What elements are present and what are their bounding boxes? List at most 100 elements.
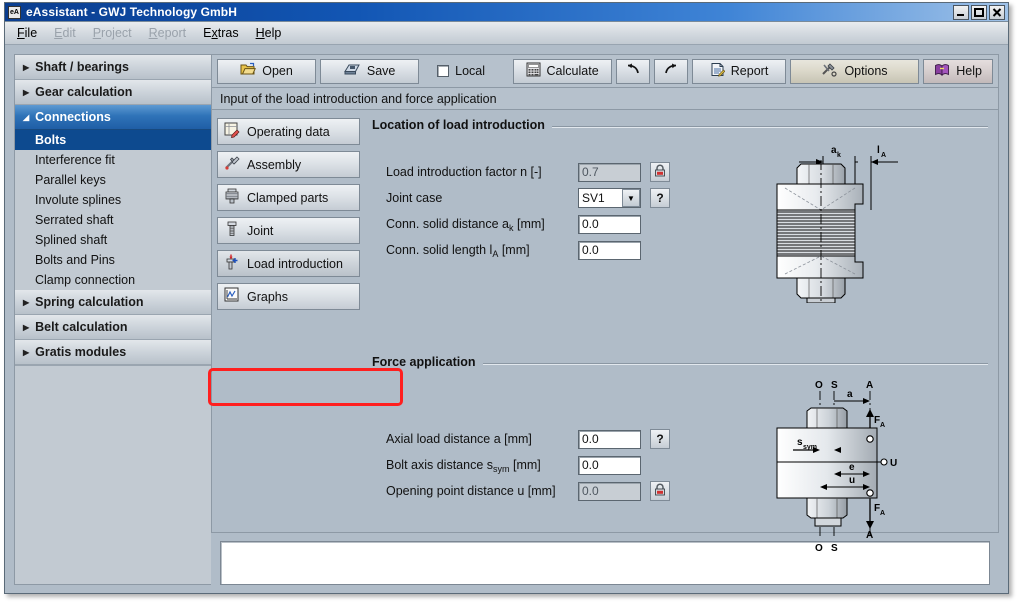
- tab-label: Load introduction: [247, 257, 343, 271]
- field-label: Bolt axis distance ssym [mm]: [386, 458, 578, 472]
- conn-solid-length-input[interactable]: 0.0: [578, 241, 641, 260]
- sidebar-item-label: Clamp connection: [35, 273, 135, 287]
- chevron-right-icon: ▶: [23, 348, 29, 357]
- tab-clamped-parts[interactable]: Clamped parts: [217, 184, 360, 211]
- lock-icon: [653, 483, 667, 500]
- main-window: eA eAssistant - GWJ Technology GmbH File…: [4, 2, 1009, 594]
- axial-load-distance-help-button[interactable]: ?: [650, 429, 670, 449]
- opening-point-distance-input[interactable]: 0.0: [578, 482, 641, 501]
- force-diagram-wrapper: O S A: [697, 375, 988, 553]
- tab-load-introduction[interactable]: Load introduction: [217, 250, 360, 277]
- sidebar-group-shaft-bearings[interactable]: ▶ Shaft / bearings: [15, 55, 211, 80]
- window-body: ▶ Shaft / bearings ▶ Gear calculation ◢ …: [5, 46, 1008, 593]
- redo-button[interactable]: [654, 59, 688, 84]
- undo-button[interactable]: [616, 59, 650, 84]
- tab-operating-data[interactable]: Operating data: [217, 118, 360, 145]
- joint-case-select[interactable]: SV1 ▼: [578, 188, 641, 208]
- assembly-icon: [224, 155, 240, 174]
- joint-icon: [224, 221, 240, 240]
- sidebar-group-gratis-modules[interactable]: ▶ Gratis modules: [15, 340, 211, 365]
- sidebar-item-bolts-and-pins[interactable]: Bolts and Pins: [15, 250, 211, 270]
- section-body: Load introduction factor n [-] 0.7: [372, 138, 988, 303]
- calculate-button[interactable]: Calculate: [513, 59, 612, 84]
- location-diagram-wrapper: a k l A: [697, 138, 988, 303]
- app-icon: eA: [8, 6, 21, 19]
- tab-joint[interactable]: Joint: [217, 217, 360, 244]
- bolt-joint-section-diagram: a k l A: [763, 138, 923, 303]
- calculator-icon: [526, 62, 541, 80]
- field-row-axial-load-distance: Axial load distance a [mm] 0.0 ?: [386, 427, 697, 451]
- tools-wrench-icon: [821, 62, 838, 80]
- sidebar-item-clamp-connection[interactable]: Clamp connection: [15, 270, 211, 290]
- menu-project[interactable]: Project: [93, 26, 132, 40]
- load-introduction-factor-lock-button[interactable]: [650, 162, 670, 182]
- sidebar-item-label: Interference fit: [35, 153, 115, 167]
- field-row-opening-point-distance: Opening point distance u [mm] 0.0: [386, 479, 697, 503]
- svg-text:A: A: [880, 422, 885, 429]
- sidebar-group-label: Connections: [35, 110, 111, 124]
- field-row-conn-solid-length: Conn. solid length lA [mm] 0.0: [386, 238, 697, 262]
- open-button[interactable]: Open: [217, 59, 316, 84]
- force-fields: Axial load distance a [mm] 0.0 ? Bolt ax…: [372, 375, 697, 553]
- sidebar-item-serrated-shaft[interactable]: Serrated shaft: [15, 210, 211, 230]
- tab-assembly[interactable]: Assembly: [217, 151, 360, 178]
- joint-case-help-button[interactable]: ?: [650, 188, 670, 208]
- svg-text:A: A: [881, 152, 886, 159]
- chevron-right-icon: ▶: [23, 323, 29, 332]
- menu-help[interactable]: Help: [256, 26, 282, 40]
- menu-extras[interactable]: Extras: [203, 26, 238, 40]
- sidebar-item-interference-fit[interactable]: Interference fit: [15, 150, 211, 170]
- open-button-label: Open: [262, 64, 293, 78]
- dim-label-la: l: [877, 145, 880, 156]
- sidebar-item-bolts[interactable]: Bolts: [15, 130, 211, 150]
- menu-edit[interactable]: Edit: [54, 26, 76, 40]
- form-column: Location of load introduction Load intro…: [360, 110, 998, 532]
- local-checkbox[interactable]: [437, 65, 449, 77]
- opening-point-distance-lock-button[interactable]: [650, 481, 670, 501]
- undo-icon: [624, 63, 641, 79]
- section-subtitle: Input of the load introduction and force…: [211, 88, 999, 110]
- field-label: Load introduction factor n [-]: [386, 165, 578, 179]
- main-panel: Open Save: [211, 54, 999, 585]
- report-button[interactable]: Report: [692, 59, 785, 84]
- sidebar-group-gear-calculation[interactable]: ▶ Gear calculation: [15, 80, 211, 105]
- tab-label: Clamped parts: [247, 191, 328, 205]
- sidebar-item-parallel-keys[interactable]: Parallel keys: [15, 170, 211, 190]
- load-introduction-factor-input[interactable]: 0.7: [578, 163, 641, 182]
- folder-open-icon: [240, 62, 256, 80]
- field-row-bolt-axis-distance: Bolt axis distance ssym [mm] 0.0: [386, 453, 697, 477]
- close-button[interactable]: [989, 5, 1005, 20]
- axial-load-distance-input[interactable]: 0.0: [578, 430, 641, 449]
- tab-label: Joint: [247, 224, 273, 238]
- clamped-parts-icon: [224, 188, 240, 207]
- section-divider: [483, 363, 989, 365]
- svg-text:k: k: [837, 152, 841, 159]
- field-row-load-introduction-factor: Load introduction factor n [-] 0.7: [386, 160, 697, 184]
- tab-graphs[interactable]: Graphs: [217, 283, 360, 310]
- sidebar-item-label: Bolts: [35, 133, 66, 147]
- operating-data-icon: [224, 122, 240, 141]
- conn-solid-distance-input[interactable]: 0.0: [578, 215, 641, 234]
- sidebar-group-belt-calculation[interactable]: ▶ Belt calculation: [15, 315, 211, 340]
- maximize-button[interactable]: [971, 5, 987, 20]
- menu-report[interactable]: Report: [149, 26, 187, 40]
- application-window: eA eAssistant - GWJ Technology GmbH File…: [0, 0, 1019, 603]
- options-button[interactable]: Options: [790, 59, 920, 84]
- chevron-down-icon[interactable]: ▼: [622, 189, 640, 207]
- sidebar-group-connections[interactable]: ◢ Connections: [15, 105, 211, 130]
- help-book-icon: [934, 63, 950, 80]
- sidebar-group-label: Shaft / bearings: [35, 60, 129, 74]
- menu-file[interactable]: File: [17, 26, 37, 40]
- sidebar-item-splined-shaft[interactable]: Splined shaft: [15, 230, 211, 250]
- help-button[interactable]: Help: [923, 59, 993, 84]
- tab-label: Assembly: [247, 158, 301, 172]
- bolt-axis-distance-input[interactable]: 0.0: [578, 456, 641, 475]
- content-area: Operating data Assem: [211, 110, 999, 533]
- save-button[interactable]: Save: [320, 59, 419, 84]
- sidebar-group-spring-calculation[interactable]: ▶ Spring calculation: [15, 290, 211, 315]
- sidebar-item-involute-splines[interactable]: Involute splines: [15, 190, 211, 210]
- local-checkbox-wrapper[interactable]: Local: [423, 64, 495, 78]
- field-label: Conn. solid length lA [mm]: [386, 243, 578, 257]
- chevron-right-icon: ▶: [23, 63, 29, 72]
- minimize-button[interactable]: [953, 5, 969, 20]
